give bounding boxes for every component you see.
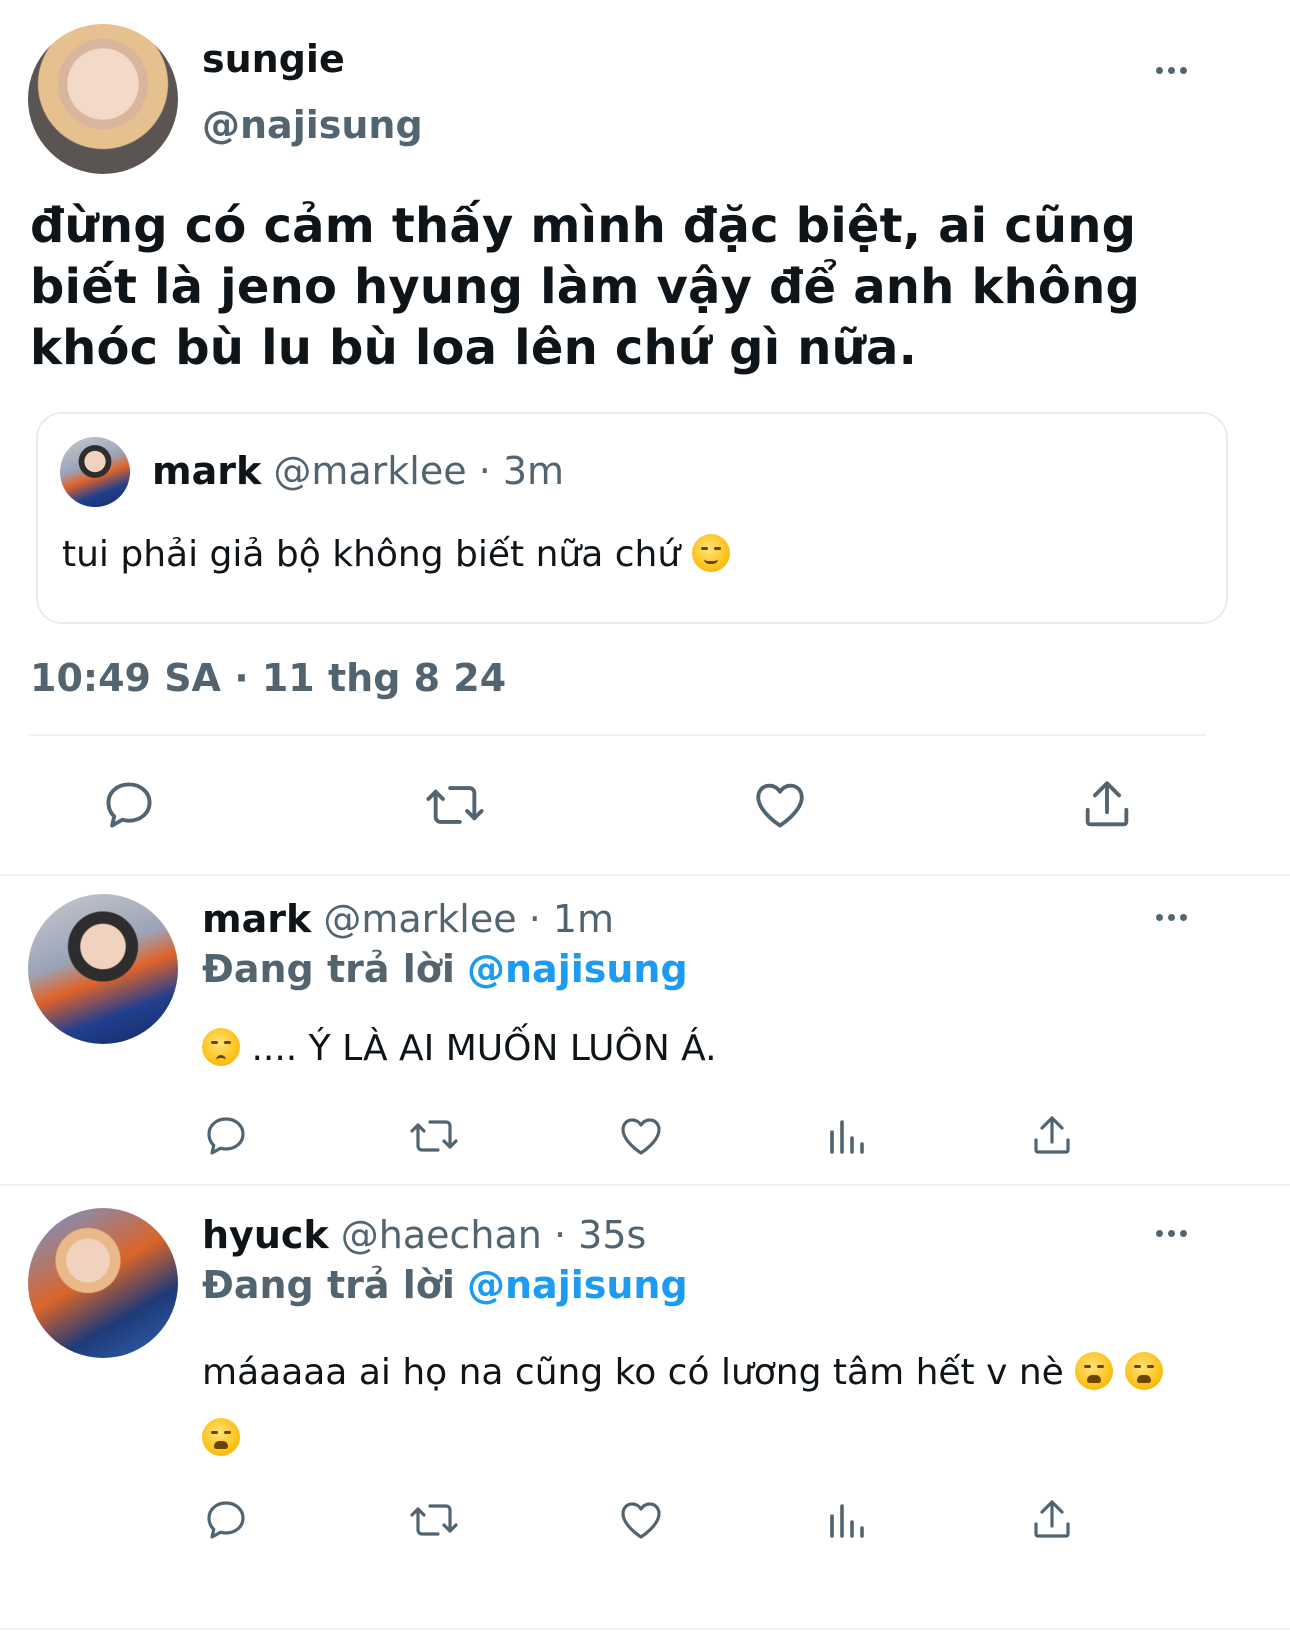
reply-icon[interactable] [202,1496,250,1544]
divider [0,874,1290,876]
quoted-avatar [60,437,130,507]
relieved-face-icon [691,534,730,572]
replying-label: Đang trả lời [202,1263,455,1307]
more-options-icon[interactable] [1156,67,1187,74]
quoted-handle: @marklee [273,449,467,493]
quoted-tweet[interactable] [36,412,1228,624]
reply-text-block: máaaaa ai họ na cũng ko có lương tâm hết… [202,1340,1202,1472]
like-icon[interactable] [750,776,810,834]
reply-time[interactable]: · 35s [554,1213,646,1257]
replying-to-line: Đang trả lời @najisung [202,946,688,992]
reply-icon[interactable] [100,776,158,834]
reply-icon[interactable] [202,1112,250,1160]
divider [28,734,1206,736]
weary-face-icon [1075,1352,1114,1390]
reply-display-name[interactable]: mark [202,897,311,941]
tweet-timestamp[interactable]: 10:49 SA · 11 thg 8 24 [30,654,506,702]
replying-to-line: Đang trả lời @najisung [202,1262,688,1308]
like-icon[interactable] [616,1496,666,1544]
weary-face-icon [1124,1352,1163,1390]
replying-to-link[interactable]: @najisung [467,1263,688,1307]
share-icon[interactable] [1078,776,1136,834]
author-display-name[interactable]: sungie [202,36,345,82]
reply-handle[interactable]: @marklee [323,897,516,941]
tweet-text: đừng có cảm thấy mình đặc biệt, ai cũng … [30,198,1141,376]
author-handle[interactable]: @najisung [202,102,423,148]
reply-text: máaaaa ai họ na cũng ko có lương tâm hết… [202,1352,1064,1393]
worried-face-icon [202,1028,240,1066]
replying-to-link[interactable]: @najisung [467,947,688,991]
weary-face-icon [202,1418,240,1456]
quoted-time: · 3m [478,449,565,493]
like-icon[interactable] [616,1112,666,1160]
share-icon[interactable] [1028,1112,1076,1160]
replying-label: Đang trả lời [202,947,455,991]
reply-text: .... Ý LÀ AI MUỐN LUÔN Á. [251,1028,717,1069]
more-options-icon[interactable] [1156,1230,1187,1237]
reply-time[interactable]: · 1m [529,897,614,941]
reply-text-row: .... Ý LÀ AI MUỐN LUÔN Á. [202,1026,717,1072]
retweet-icon[interactable] [422,776,488,834]
avatar[interactable] [28,24,178,174]
divider [0,1184,1290,1186]
share-icon[interactable] [1028,1496,1076,1544]
more-options-icon[interactable] [1156,914,1187,921]
quoted-header: mark @marklee · 3m [152,448,564,494]
divider [0,1628,1290,1630]
retweet-icon[interactable] [406,1496,462,1544]
views-icon[interactable] [824,1112,872,1160]
reply-header: hyuck @haechan · 35s [202,1212,646,1258]
reply-avatar[interactable] [28,894,178,1044]
quoted-display-name: mark [152,449,262,493]
reply-avatar[interactable] [28,1208,178,1358]
quoted-text-row: tui phải giả bộ không biết nữa chứ [62,532,730,578]
reply-handle[interactable]: @haechan [341,1213,542,1257]
retweet-icon[interactable] [406,1112,462,1160]
views-icon[interactable] [824,1496,872,1544]
quoted-text: tui phải giả bộ không biết nữa chứ [62,534,681,575]
reply-display-name[interactable]: hyuck [202,1213,329,1257]
reply-header: mark @marklee · 1m [202,896,614,942]
